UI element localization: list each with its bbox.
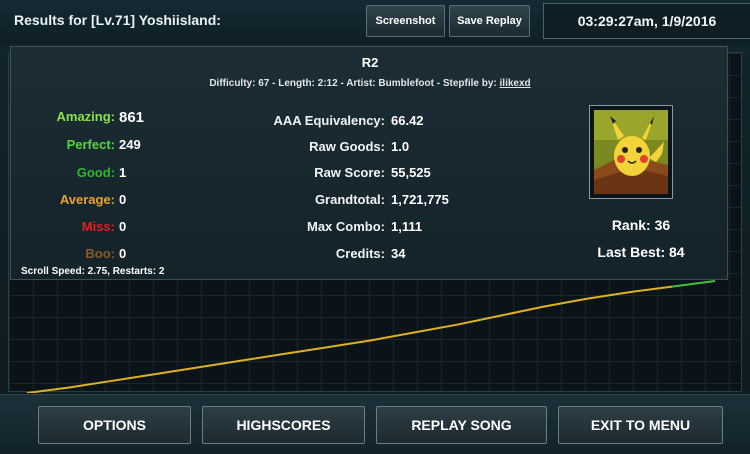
score-line-end (671, 280, 716, 288)
judgement-row: Good: 1 (11, 165, 211, 183)
pikachu-avatar-icon (594, 110, 668, 194)
judgement-label: Miss: (81, 219, 115, 234)
stat-row: Raw Score: 55,525 (241, 165, 541, 183)
judgement-value: 0 (119, 246, 127, 261)
rank-text: Rank: 36 (611, 217, 671, 233)
results-screen: Results for [Lv.71] Yoshiisland: Screens… (0, 0, 750, 454)
stat-row: Raw Goods: 1.0 (241, 139, 541, 157)
stat-value: 1.0 (391, 139, 410, 154)
avatar-frame (589, 105, 673, 199)
judgement-label: Average: (59, 192, 115, 207)
stat-label: Raw Score: (314, 165, 385, 180)
exit-to-menu-button[interactable]: EXIT TO MENU (558, 406, 723, 444)
judgement-label: Perfect: (66, 137, 115, 152)
judgement-value: 0 (119, 219, 127, 234)
footer-bar: OPTIONS HIGHSCORES REPLAY SONG EXIT TO M… (0, 394, 750, 454)
stat-value: 34 (391, 246, 406, 261)
stepfile-author-link[interactable]: ilikexd (500, 78, 531, 89)
results-panel: R2 Difficulty: 67 - Length: 2:12 - Artis… (10, 46, 728, 280)
judgement-row: Miss: 0 (11, 219, 211, 237)
judgement-label: Amazing: (56, 109, 116, 124)
datetime-display: 03:29:27am, 1/9/2016 (543, 3, 750, 39)
score-line-main (26, 285, 673, 393)
stat-label: Credits: (335, 246, 385, 261)
stat-label: Raw Goods: (309, 139, 385, 154)
options-button[interactable]: OPTIONS (38, 406, 191, 444)
scroll-speed-info: Scroll Speed: 2.75, Restarts: 2 (21, 266, 165, 277)
song-info: Difficulty: 67 - Length: 2:12 - Artist: … (11, 78, 729, 89)
judgement-label: Good: (76, 165, 115, 180)
judgement-label: Boo: (85, 246, 115, 261)
stat-row: AAA Equivalency: 66.42 (241, 113, 541, 131)
stat-value: 1,721,775 (391, 192, 449, 207)
judgement-value: 249 (119, 137, 141, 152)
save-replay-button[interactable]: Save Replay (449, 5, 530, 37)
highscores-button[interactable]: HIGHSCORES (202, 406, 365, 444)
stat-row: Grandtotal: 1,721,775 (241, 192, 541, 210)
judgement-row: Boo: 0 (11, 246, 211, 264)
results-title: Results for [Lv.71] Yoshiisland: (14, 12, 221, 28)
judgement-value: 861 (119, 109, 145, 126)
stat-value: 66.42 (391, 113, 424, 128)
judgement-value: 0 (119, 192, 127, 207)
last-best-text: Last Best: 84 (597, 244, 685, 260)
judgement-value: 1 (119, 165, 127, 180)
stat-label: Grandtotal: (314, 192, 385, 207)
stat-label: AAA Equivalency: (273, 113, 386, 128)
stat-value: 1,111 (391, 219, 423, 234)
judgement-row: Average: 0 (11, 192, 211, 210)
stat-row: Credits: 34 (241, 246, 541, 264)
replay-song-button[interactable]: REPLAY SONG (376, 406, 547, 444)
stat-value: 55,525 (391, 165, 431, 180)
song-details: Difficulty: 67 - Length: 2:12 - Artist: … (209, 78, 497, 89)
screenshot-button[interactable]: Screenshot (366, 5, 445, 37)
header-bar: Results for [Lv.71] Yoshiisland: Screens… (0, 0, 750, 44)
stat-row: Max Combo: 1,111 (241, 219, 541, 237)
song-title: R2 (361, 55, 379, 70)
stat-label: Max Combo: (307, 219, 385, 234)
judgement-row: Amazing: 861 (11, 109, 211, 127)
judgement-row: Perfect: 249 (11, 137, 211, 155)
